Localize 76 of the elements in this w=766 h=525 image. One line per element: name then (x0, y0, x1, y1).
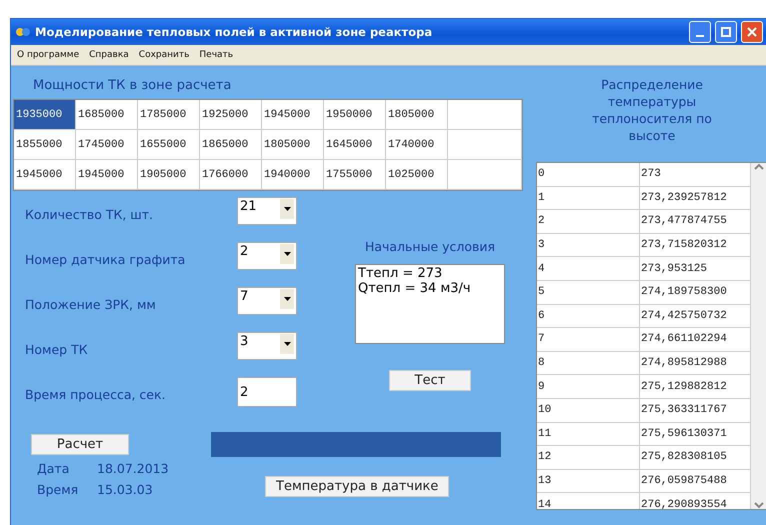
scroll-down-icon[interactable] (754, 501, 764, 509)
table-cell: 12 (537, 446, 640, 470)
dropdown-arrow-icon (284, 207, 290, 211)
date-value: 18.07.2013 (97, 461, 170, 476)
table-cell: 7 (537, 328, 640, 352)
grid-cell[interactable]: 1755000 (324, 160, 386, 190)
minimize-icon (696, 35, 704, 37)
grid-cell[interactable]: 1865000 (200, 130, 262, 160)
time-value: 15.03.03 (97, 482, 154, 497)
grid-cell[interactable]: 1740000 (386, 130, 448, 160)
grid-cell[interactable]: 1645000 (324, 130, 386, 160)
grid-cell[interactable]: 1785000 (138, 100, 200, 130)
window-title: Моделирование тепловых полей в активной зоне реактора (35, 25, 434, 39)
table-cell: 0 (537, 163, 640, 187)
grid-cell[interactable]: 1685000 (76, 100, 138, 130)
grid-heading: Мощности ТК в зоне расчета (32, 77, 232, 95)
close-button[interactable] (741, 21, 763, 43)
grid-cell[interactable]: 1940000 (262, 160, 324, 190)
grid-cell[interactable]: 1950000 (324, 100, 386, 130)
conditions-heading: Начальные условия (364, 239, 496, 254)
dropdown-arrow-icon (284, 342, 290, 346)
table-cell: 14 (537, 493, 640, 509)
grid-cell[interactable]: 1655000 (138, 130, 200, 160)
maximize-button[interactable] (715, 21, 737, 43)
table-cell: 10 (537, 398, 640, 423)
table-cell: 9 (537, 375, 640, 399)
time-label: Время (37, 482, 80, 497)
field-label: Положение ЗРК, мм (25, 296, 157, 312)
grid-cell[interactable]: 1855000 (14, 130, 76, 160)
table-cell: 1 (537, 186, 640, 210)
dropdown[interactable]: 21 (237, 197, 297, 225)
field-label: Количество ТК, шт. (25, 206, 154, 222)
date-label: Дата (37, 461, 70, 476)
table-cell: 6 (537, 304, 640, 328)
menu-item[interactable]: О программе (17, 50, 80, 60)
grid-cell[interactable]: 1745000 (76, 130, 138, 160)
table-cell: 2 (537, 210, 640, 234)
menu-item[interactable]: Справка (89, 50, 129, 60)
dropdown-arrow-icon (284, 252, 290, 256)
grid-cell[interactable]: 1805000 (262, 130, 324, 160)
table-cell: 13 (537, 470, 640, 494)
dropdown[interactable]: 7 (237, 287, 297, 315)
field-label: Время процесса, сек. (25, 386, 167, 402)
table-cell: 3 (537, 234, 640, 258)
field-label: Номер ТК (25, 341, 89, 357)
grid-cell[interactable]: 1905000 (138, 160, 200, 190)
table-cell: 8 (537, 352, 640, 376)
grid-cell[interactable]: 1945000 (262, 100, 324, 130)
input-field[interactable]: 2 (237, 377, 297, 407)
table-cell: 4 (537, 257, 640, 281)
grid-cell[interactable]: 1805000 (386, 100, 448, 130)
app-icon (15, 26, 31, 38)
minimize-button[interactable] (689, 21, 711, 43)
dropdown[interactable]: 2 (237, 242, 297, 270)
grid-cell[interactable]: 1925000 (200, 100, 262, 130)
grid-cell[interactable]: 1025000 (386, 160, 448, 190)
table-cell: 11 (537, 422, 640, 446)
maximize-icon (721, 27, 731, 37)
table-cell: 5 (537, 280, 640, 305)
test-button[interactable]: Тест (389, 370, 471, 391)
grid-cell[interactable]: 1935000 (14, 100, 76, 130)
grid-cell[interactable]: 1945000 (76, 160, 138, 190)
grid-cell[interactable]: 1766000 (200, 160, 262, 190)
dropdown-arrow-icon (284, 297, 290, 301)
field-label: Номер датчика графита (25, 251, 186, 267)
conditions-memo[interactable]: Ттепл = 273 Qтепл = 34 м3/ч (355, 264, 505, 344)
grid-cell[interactable]: 1945000 (14, 160, 76, 190)
menu-item[interactable]: Печать (199, 50, 234, 60)
dropdown[interactable]: 3 (237, 332, 297, 360)
calculate-button[interactable]: Расчет (31, 434, 129, 455)
close-icon (747, 27, 757, 37)
sensor-temperature-button[interactable]: Температура в датчике (265, 476, 450, 496)
scroll-up-icon[interactable] (754, 163, 764, 171)
distribution-heading: Распределение температуры теплоносителя по высоте (591, 76, 713, 145)
menu-item[interactable]: Сохранить (138, 50, 190, 60)
scrollbar[interactable] (751, 163, 766, 509)
